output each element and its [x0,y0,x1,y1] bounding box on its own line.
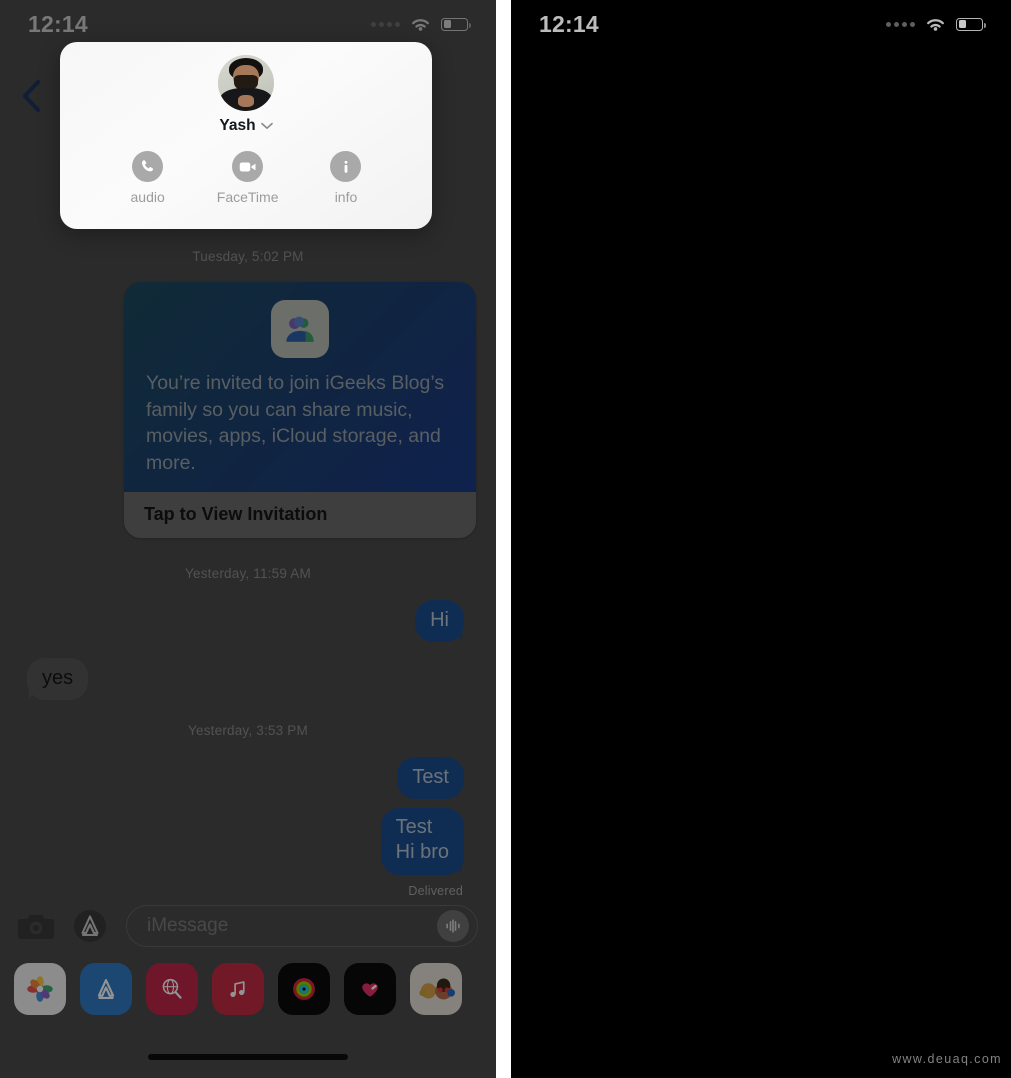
invitation-action[interactable]: Tap to View Invitation [124,492,476,538]
video-camera-icon [232,151,264,182]
popup-action-row: audio FaceTime info [131,151,362,205]
status-bar: 12:14 [0,0,496,48]
cellular-dots-icon [371,21,400,27]
message-input-placeholder: iMessage [147,915,229,936]
popup-action-label: info [334,189,358,205]
phone-icon [132,151,164,182]
popup-contact-name[interactable]: Yash [219,117,273,135]
app-store-icon[interactable] [72,908,108,944]
message-text: Test [412,766,449,788]
bubble-tail-icon [454,624,462,642]
popup-action-label: FaceTime [216,189,279,205]
timestamp-yesterday-am: Yesterday, 11:59 AM [185,566,311,581]
screenshot-root: 12:14 Tuesday, 5:02 PM You’re invited to… [0,0,1011,1078]
imessage-app-drawer[interactable] [0,956,496,1022]
message-composer: iMessage [0,896,496,956]
bubble-tail-icon [29,682,37,700]
chevron-down-icon[interactable] [260,122,273,130]
fitness-app-icon[interactable] [278,963,330,1015]
popup-action-facetime[interactable]: FaceTime [216,151,279,205]
digital-touch-app-icon[interactable] [344,963,396,1015]
family-sharing-icon [271,300,329,358]
image-search-app-icon[interactable] [146,963,198,1015]
timestamp-tuesday: Tuesday, 5:02 PM [192,249,304,264]
message-text-line: Test [395,816,433,838]
right-phone-screen: 12:14 Done [511,0,1011,1078]
music-app-icon[interactable] [212,963,264,1015]
message-text-line: Hi bro [395,841,449,863]
wifi-icon [927,18,944,31]
family-invitation-bubble[interactable]: You’re invited to join iGeeks Blog’s fam… [124,282,476,538]
bubble-tail-icon [454,857,462,875]
photos-app-icon[interactable] [14,963,66,1015]
camera-icon[interactable] [18,908,54,944]
message-text: yes [42,667,74,689]
timestamp-yesterday-pm: Yesterday, 3:53 PM [188,723,308,738]
message-input-field[interactable]: iMessage [126,905,478,947]
message-text: Hi [430,609,449,631]
status-bar-indicators [371,16,471,33]
panel-divider [496,0,511,1078]
battery-low-icon [956,17,986,31]
invitation-body: You’re invited to join iGeeks Blog’s fam… [124,282,476,492]
status-bar-indicators [886,16,986,33]
battery-low-icon [441,17,471,31]
memoji-app-icon[interactable] [410,963,462,1015]
status-bar: 12:14 [511,0,1011,48]
left-phone-screen: 12:14 Tuesday, 5:02 PM You’re invited to… [0,0,496,1078]
site-watermark: www.deuaq.com [892,1052,1002,1066]
status-bar-time: 12:14 [539,10,599,37]
audio-waveform-icon[interactable] [437,910,469,942]
message-bubble-outgoing[interactable]: Test Hi bro [380,808,464,875]
app-store-app-icon[interactable] [80,963,132,1015]
back-chevron-icon[interactable] [18,78,46,114]
popup-action-label: audio [130,189,165,205]
contact-avatar[interactable] [218,55,274,111]
home-indicator [148,1054,348,1060]
popup-action-audio[interactable]: audio [131,151,165,205]
status-bar-time: 12:14 [28,10,88,37]
wifi-icon [412,18,429,31]
invitation-text: You’re invited to join iGeeks Blog’s fam… [146,372,445,474]
message-bubble-outgoing[interactable]: Test [397,757,464,799]
cellular-dots-icon [886,21,915,27]
contact-quick-actions-popup[interactable]: Yash audio FaceTime info [60,42,432,229]
info-icon [330,151,362,182]
message-bubble-incoming[interactable]: yes [27,658,89,700]
popup-action-info[interactable]: info [330,151,362,205]
message-bubble-outgoing[interactable]: Hi [415,600,464,642]
